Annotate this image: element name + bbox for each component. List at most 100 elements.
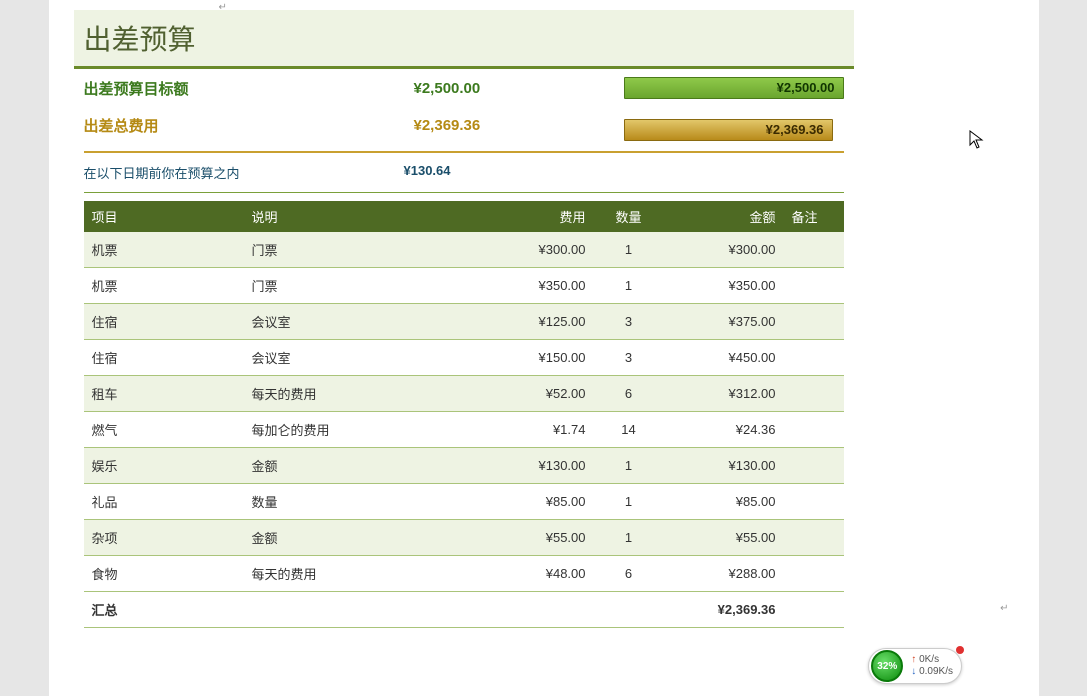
total-row: 汇总 ¥2,369.36 <box>84 592 844 628</box>
table-header: 项目 说明 费用 数量 金额 备注 <box>84 201 844 232</box>
cell-qty: 1 <box>594 448 664 484</box>
table-row: 食物每天的费用¥48.006¥288.00 <box>84 556 844 592</box>
summary-block: 出差预算目标额 ¥2,500.00 ¥2,500.00 出差总费用 ¥2,369… <box>74 69 854 141</box>
cell-cost: ¥300.00 <box>484 232 594 268</box>
cell-cost: ¥350.00 <box>484 268 594 304</box>
table-row: 娱乐金额¥130.001¥130.00 <box>84 448 844 484</box>
cell-desc: 每天的费用 <box>244 376 484 412</box>
remaining-value: ¥130.64 <box>404 163 604 182</box>
cell-desc: 门票 <box>244 232 484 268</box>
cell-amount: ¥288.00 <box>664 556 784 592</box>
notification-dot-icon <box>956 646 964 654</box>
paragraph-mark: ↵ <box>1000 603 1008 614</box>
cell-item: 租车 <box>84 376 244 412</box>
cell-desc: 金额 <box>244 448 484 484</box>
col-amount: 金额 <box>664 201 784 232</box>
cell-amount: ¥312.00 <box>664 376 784 412</box>
cell-note <box>784 484 844 520</box>
divider <box>84 192 844 193</box>
cell-amount: ¥55.00 <box>664 520 784 556</box>
arrow-up-icon: ↑ <box>911 654 916 665</box>
cell-cost: ¥52.00 <box>484 376 594 412</box>
cell-cost: ¥125.00 <box>484 304 594 340</box>
network-speed-widget[interactable]: 32% ↑ 0K/s ↓ 0.09K/s <box>868 648 962 684</box>
cell-amount: ¥375.00 <box>664 304 784 340</box>
cell-cost: ¥48.00 <box>484 556 594 592</box>
remaining-row: 在以下日期前你在预算之内 ¥130.64 <box>74 153 854 182</box>
cell-item: 食物 <box>84 556 244 592</box>
col-cost: 费用 <box>484 201 594 232</box>
cell-note <box>784 268 844 304</box>
total-label: 汇总 <box>84 592 244 628</box>
cell-qty: 1 <box>594 484 664 520</box>
cell-desc: 每天的费用 <box>244 556 484 592</box>
cell-amount: ¥24.36 <box>664 412 784 448</box>
col-desc: 说明 <box>244 201 484 232</box>
table-row: 租车每天的费用¥52.006¥312.00 <box>84 376 844 412</box>
cell-cost: ¥55.00 <box>484 520 594 556</box>
cell-cost: ¥130.00 <box>484 448 594 484</box>
cell-cost: ¥1.74 <box>484 412 594 448</box>
cell-qty: 1 <box>594 232 664 268</box>
cell-note <box>784 520 844 556</box>
cell-item: 住宿 <box>84 340 244 376</box>
cell-qty: 1 <box>594 268 664 304</box>
speed-readout: ↑ 0K/s ↓ 0.09K/s <box>911 654 953 678</box>
total-label: 出差总费用 <box>84 115 404 136</box>
table-row: 机票门票¥300.001¥300.00 <box>84 232 844 268</box>
total-bar: ¥2,369.36 <box>624 119 833 141</box>
page-title: 出差预算 <box>84 18 844 58</box>
table-row: 杂项金额¥55.001¥55.00 <box>84 520 844 556</box>
table-row: 燃气每加仑的费用¥1.7414¥24.36 <box>84 412 844 448</box>
remaining-label: 在以下日期前你在预算之内 <box>84 163 404 182</box>
cell-note <box>784 448 844 484</box>
cell-qty: 3 <box>594 304 664 340</box>
items-table: 项目 说明 费用 数量 金额 备注 机票门票¥300.001¥300.00机票门… <box>84 201 844 628</box>
target-bar: ¥2,500.00 <box>624 77 844 99</box>
col-note: 备注 <box>784 201 844 232</box>
cell-item: 机票 <box>84 268 244 304</box>
cell-cost: ¥85.00 <box>484 484 594 520</box>
cell-item: 机票 <box>84 232 244 268</box>
cell-note <box>784 232 844 268</box>
total-amount: ¥2,369.36 <box>664 592 784 628</box>
cell-desc: 会议室 <box>244 304 484 340</box>
table-row: 礼品数量¥85.001¥85.00 <box>84 484 844 520</box>
cell-qty: 6 <box>594 376 664 412</box>
title-row: 出差预算 <box>74 10 854 69</box>
cell-qty: 1 <box>594 520 664 556</box>
col-qty: 数量 <box>594 201 664 232</box>
arrow-down-icon: ↓ <box>911 666 916 677</box>
cell-item: 杂项 <box>84 520 244 556</box>
cell-note <box>784 376 844 412</box>
table-row: 住宿会议室¥125.003¥375.00 <box>84 304 844 340</box>
cell-amount: ¥450.00 <box>664 340 784 376</box>
cell-desc: 数量 <box>244 484 484 520</box>
cell-desc: 每加仑的费用 <box>244 412 484 448</box>
col-item: 项目 <box>84 201 244 232</box>
budget-sheet: 出差预算 出差预算目标额 ¥2,500.00 ¥2,500.00 出差总费用 ¥… <box>74 10 854 628</box>
table-row: 机票门票¥350.001¥350.00 <box>84 268 844 304</box>
cell-item: 礼品 <box>84 484 244 520</box>
cell-note <box>784 556 844 592</box>
cell-cost: ¥150.00 <box>484 340 594 376</box>
cell-desc: 门票 <box>244 268 484 304</box>
cell-amount: ¥85.00 <box>664 484 784 520</box>
cell-desc: 会议室 <box>244 340 484 376</box>
cell-qty: 3 <box>594 340 664 376</box>
cell-amount: ¥130.00 <box>664 448 784 484</box>
paragraph-mark: ↵ <box>219 2 227 13</box>
target-value: ¥2,500.00 <box>414 80 614 97</box>
target-label: 出差预算目标额 <box>84 78 404 99</box>
total-value: ¥2,369.36 <box>414 117 614 134</box>
document-page: ↵ 出差预算 出差预算目标额 ¥2,500.00 ¥2,500.00 出差总费用… <box>49 0 1039 696</box>
cell-qty: 14 <box>594 412 664 448</box>
cell-note <box>784 412 844 448</box>
cell-item: 住宿 <box>84 304 244 340</box>
cell-amount: ¥350.00 <box>664 268 784 304</box>
cell-note <box>784 340 844 376</box>
cell-note <box>784 304 844 340</box>
cell-amount: ¥300.00 <box>664 232 784 268</box>
cell-item: 娱乐 <box>84 448 244 484</box>
cell-qty: 6 <box>594 556 664 592</box>
